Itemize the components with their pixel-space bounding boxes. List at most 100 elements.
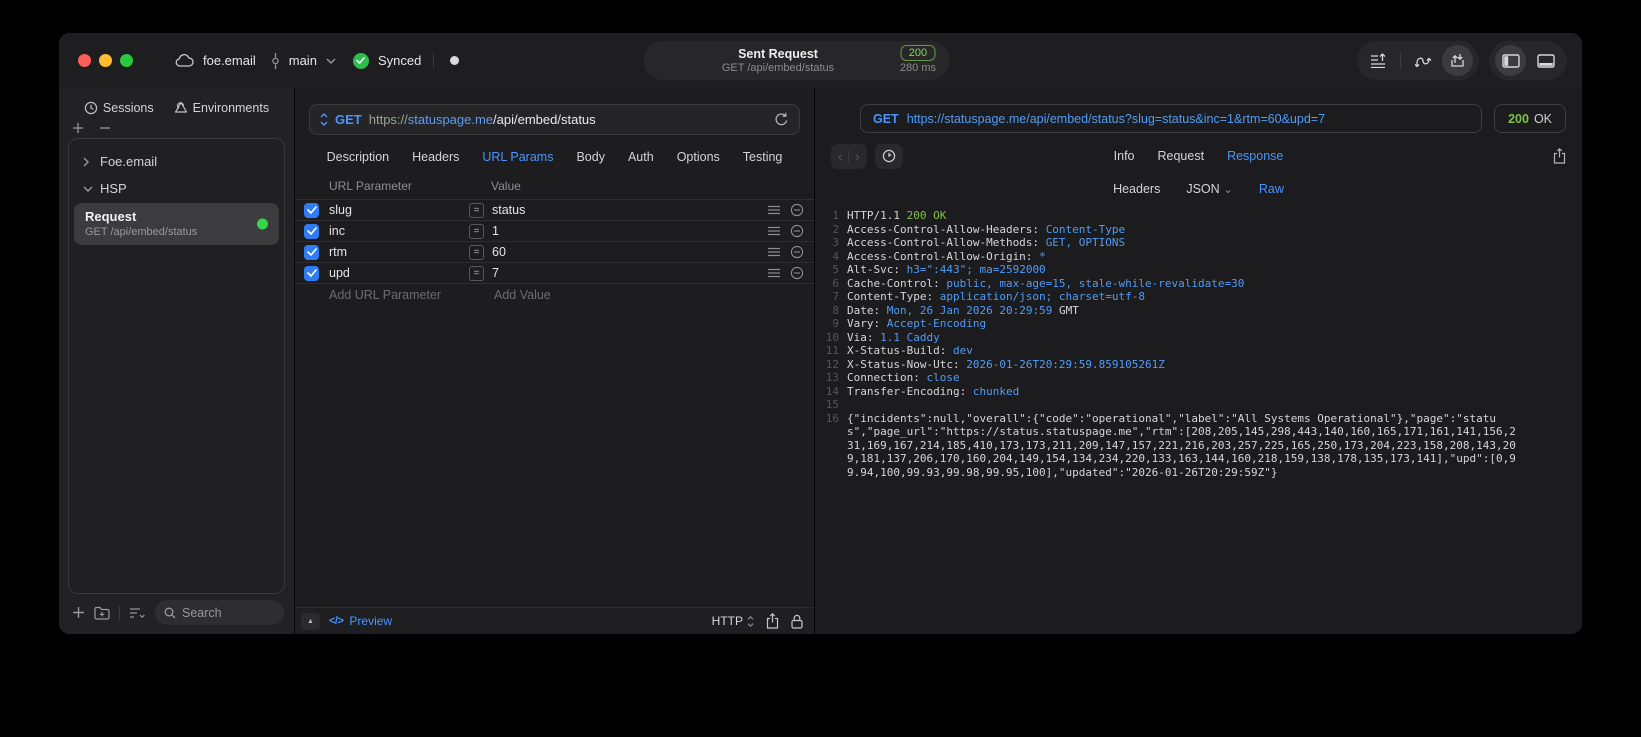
reorder-row-icon[interactable] [768, 247, 780, 257]
tree-group-label: Foe.email [100, 154, 158, 169]
export-list-icon[interactable] [1363, 45, 1394, 76]
zoom-window-button[interactable] [120, 54, 133, 67]
line-number: 12 [825, 357, 839, 371]
add-param-name-button[interactable]: Add URL Parameter [329, 288, 494, 302]
tree-group-hsp[interactable]: HSP [74, 175, 279, 202]
response-body: 1 HTTP/1.1 200 OK 2 Access-Control-Allow-He… [815, 205, 1582, 634]
add-request-icon[interactable] [72, 606, 85, 619]
remove-row-icon[interactable] [790, 203, 804, 217]
editor-footer: ▲ </> Preview HTTP [295, 607, 814, 634]
param-value[interactable]: 60 [492, 245, 768, 259]
next-response-icon[interactable]: › [855, 149, 859, 164]
add-param-value-button[interactable]: Add Value [494, 288, 551, 302]
line-content: Access-Control-Allow-Headers: Content-Ty… [847, 222, 1126, 236]
response-view-raw[interactable]: Raw [1259, 182, 1284, 196]
param-value[interactable]: 7 [492, 266, 768, 280]
response-tab-response[interactable]: Response [1227, 149, 1283, 163]
remove-row-icon[interactable] [790, 245, 804, 259]
chevron-right-icon[interactable] [83, 157, 92, 167]
merge-arrows-icon[interactable] [1407, 45, 1438, 76]
request-tab-body[interactable]: Body [576, 150, 605, 164]
param-value[interactable]: 1 [492, 224, 768, 238]
toggle-bottom-panel-icon[interactable] [1530, 45, 1561, 76]
url-scheme: https:// [368, 112, 408, 127]
request-tab-testing[interactable]: Testing [743, 150, 783, 164]
preview-button[interactable]: </> Preview [329, 614, 392, 628]
params-rows: slug = status inc = 1 rtm = 60 upd = 7 [295, 200, 814, 284]
remove-row-icon[interactable] [790, 266, 804, 280]
param-name[interactable]: upd [329, 266, 469, 280]
export-response-icon[interactable] [1553, 148, 1566, 164]
status-badge: 200 [900, 45, 936, 61]
sidebar-search[interactable] [155, 600, 284, 625]
request-method[interactable]: GET [335, 112, 362, 127]
tab-sessions[interactable]: Sessions [84, 101, 154, 115]
remove-session-icon[interactable] [99, 122, 111, 134]
response-view-headers[interactable]: Headers [1113, 182, 1160, 196]
reorder-row-icon[interactable] [768, 226, 780, 236]
sort-filter-icon[interactable] [129, 607, 146, 619]
param-name[interactable]: slug [329, 203, 469, 217]
method-selector-icon[interactable] [320, 113, 328, 126]
param-value[interactable]: status [492, 203, 768, 217]
response-tab-request[interactable]: Request [1158, 149, 1205, 163]
param-name[interactable]: rtm [329, 245, 469, 259]
line-content: Access-Control-Allow-Origin: * [847, 249, 1046, 263]
code-line: 6 Cache-Control: public, max-age=15, stal… [815, 277, 1520, 291]
request-tab-headers[interactable]: Headers [412, 150, 459, 164]
branch-chevron-down-icon[interactable] [326, 58, 336, 64]
request-tree-item[interactable]: Request GET /api/embed/status [74, 203, 279, 245]
reorder-row-icon[interactable] [768, 205, 780, 215]
toggle-left-sidebar-icon[interactable] [1495, 45, 1526, 76]
params-header-row: URL Parameter Value [295, 175, 814, 200]
pager-divider [848, 149, 850, 163]
param-checkbox[interactable] [304, 223, 319, 239]
sent-request-pill[interactable]: Sent Request GET /api/embed/status 200 2… [643, 41, 950, 80]
param-name[interactable]: inc [329, 224, 469, 238]
add-folder-icon[interactable] [94, 606, 110, 620]
line-content: Connection: close [847, 371, 960, 384]
response-tab-info[interactable]: Info [1114, 149, 1135, 163]
add-session-icon[interactable] [72, 122, 84, 134]
branch-name[interactable]: main [289, 53, 317, 68]
request-url-bar[interactable]: GET https://statuspage.me/api/embed/stat… [309, 104, 800, 135]
param-checkbox[interactable] [304, 202, 319, 218]
search-input[interactable] [182, 605, 275, 620]
tree-group-foe-email[interactable]: Foe.email [74, 148, 279, 175]
expand-panel-button[interactable]: ▲ [301, 612, 320, 630]
request-tab-options[interactable]: Options [677, 150, 720, 164]
project-name[interactable]: foe.email [203, 53, 256, 68]
remove-row-icon[interactable] [790, 224, 804, 238]
equals-operator[interactable]: = [469, 223, 484, 239]
protocol-selector[interactable]: HTTP [712, 614, 754, 628]
equals-operator[interactable]: = [469, 202, 484, 218]
request-tree: Foe.email HSP Request GET /api/embed/sta… [68, 138, 285, 594]
request-tab-url-params[interactable]: URL Params [482, 150, 553, 164]
reorder-row-icon[interactable] [768, 268, 780, 278]
chevron-down-icon[interactable] [83, 186, 93, 192]
lock-icon[interactable] [791, 614, 803, 629]
previous-response-icon[interactable]: ‹ [838, 149, 842, 164]
panel-toggles-group [1489, 41, 1567, 80]
sent-url-box[interactable]: GET https://statuspage.me/api/embed/stat… [860, 104, 1483, 133]
response-history-icon[interactable] [874, 143, 903, 169]
param-checkbox[interactable] [304, 244, 319, 260]
request-tab-description[interactable]: Description [327, 150, 390, 164]
response-view-json[interactable]: JSON ⌄ [1186, 182, 1233, 196]
equals-operator[interactable]: = [469, 265, 484, 281]
equals-operator[interactable]: = [469, 244, 484, 260]
share-icon[interactable] [766, 613, 779, 629]
sent-method: GET [873, 111, 899, 126]
request-tab-auth[interactable]: Auth [628, 150, 654, 164]
response-top-row: GET https://statuspage.me/api/embed/stat… [860, 104, 1566, 133]
resend-request-icon[interactable] [774, 112, 789, 127]
sidebar: Sessions Environments Foe.email HSP Requ… [59, 88, 295, 634]
param-checkbox[interactable] [304, 265, 319, 281]
tab-environments[interactable]: Environments [174, 101, 269, 115]
request-url[interactable]: https://statuspage.me/api/embed/status [369, 112, 596, 127]
line-number: 14 [825, 384, 839, 398]
sync-status[interactable]: Synced [378, 53, 421, 68]
minimize-window-button[interactable] [99, 54, 112, 67]
import-export-icon[interactable] [1442, 45, 1473, 76]
close-window-button[interactable] [78, 54, 91, 67]
